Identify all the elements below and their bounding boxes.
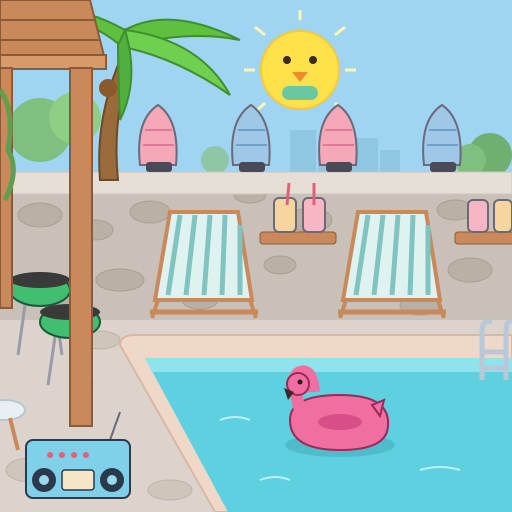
- drink-jar[interactable]: [467, 199, 489, 233]
- scene-canvas: [0, 0, 512, 512]
- drink-jar[interactable]: [493, 199, 512, 233]
- wall-shelf: [259, 231, 337, 245]
- pool-patio-scene: [0, 0, 512, 512]
- wall-shelf: [454, 231, 512, 245]
